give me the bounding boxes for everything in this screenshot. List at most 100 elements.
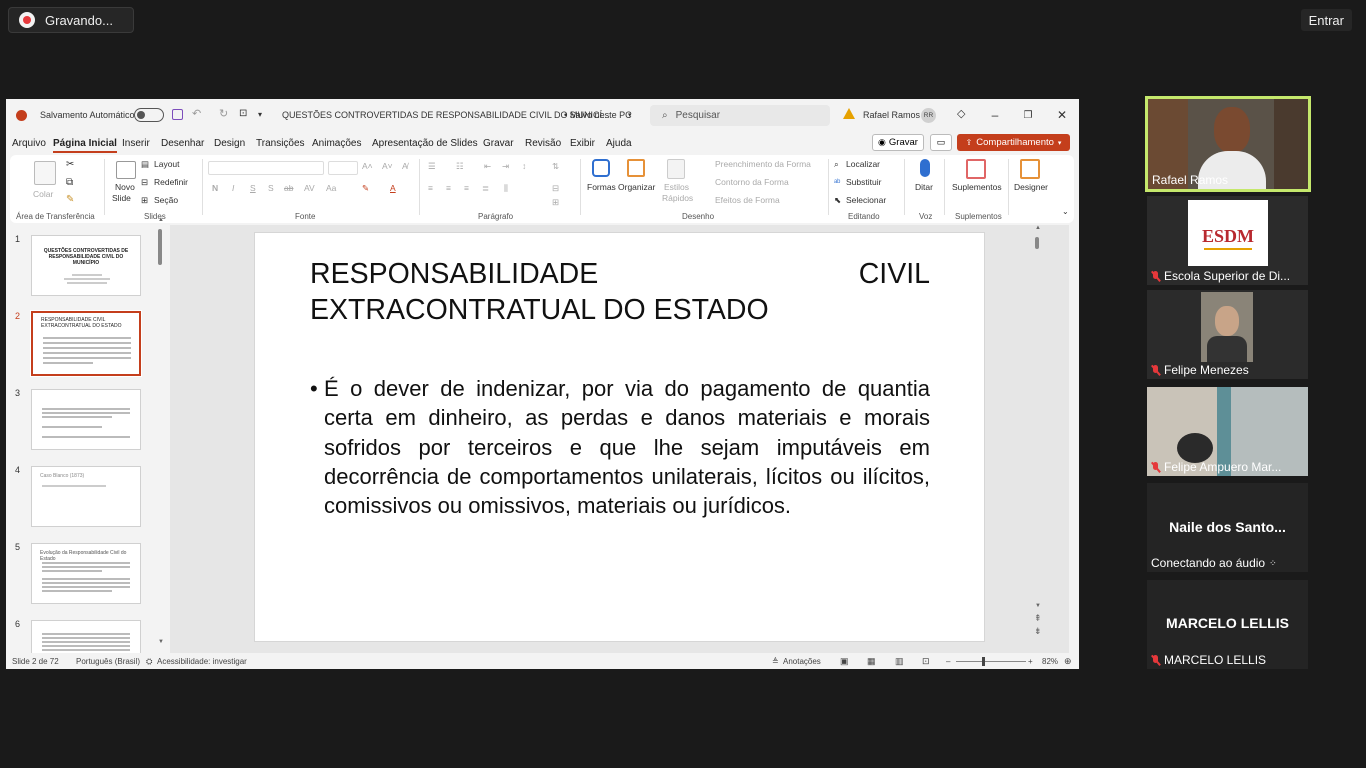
strikethrough-icon[interactable]: ab xyxy=(284,183,293,193)
slideshow-icon[interactable]: ⊡ xyxy=(922,656,930,667)
quick-styles-icon[interactable] xyxy=(667,159,685,179)
enter-button[interactable]: Entrar xyxy=(1300,9,1352,31)
microphone-icon[interactable] xyxy=(920,159,930,177)
font-size-select[interactable] xyxy=(328,161,358,175)
arrange-icon[interactable] xyxy=(627,159,645,177)
warning-icon[interactable] xyxy=(843,108,855,119)
decrease-indent-icon[interactable]: ⇤ xyxy=(484,161,491,172)
layout-button[interactable]: Layout xyxy=(154,159,180,169)
slide-2[interactable]: RESPONSABILIDADE CIVIL EXTRACONTRATUAL D… xyxy=(254,232,985,642)
spacing-icon[interactable]: AV xyxy=(304,183,315,193)
font-color-icon[interactable]: A xyxy=(390,183,396,193)
shapes-icon[interactable] xyxy=(592,159,610,177)
participant-tile[interactable]: Naile dos Santo... Conectando ao áudio ⁘ xyxy=(1147,483,1308,572)
tab-ajuda[interactable]: Ajuda xyxy=(606,138,632,149)
slide-thumbnail-4[interactable]: Caso Blanco (1873) xyxy=(31,466,141,527)
designer-button[interactable]: Designer xyxy=(1014,182,1048,192)
zoom-slider[interactable] xyxy=(956,661,1026,662)
recording-indicator[interactable]: Gravando... xyxy=(8,7,134,33)
undo-icon[interactable]: ↶ xyxy=(192,107,201,120)
previous-slide-icon[interactable]: ⇞ xyxy=(1034,613,1042,624)
record-button[interactable]: ◉ Gravar xyxy=(872,134,924,151)
participant-tile[interactable]: Felipe Ampuero Mar... xyxy=(1147,387,1308,476)
tab-gravar[interactable]: Gravar xyxy=(483,138,514,149)
zoom-out-icon[interactable]: – xyxy=(946,657,950,666)
addins-button[interactable]: Suplementos xyxy=(952,182,1002,192)
font-name-select[interactable] xyxy=(208,161,324,175)
slide-title[interactable]: RESPONSABILIDADE CIVIL EXTRACONTRATUAL D… xyxy=(310,256,930,328)
quick-styles-label-1[interactable]: Estilos xyxy=(664,182,689,192)
thumbnails-scrollbar[interactable] xyxy=(158,229,162,265)
notes-button[interactable]: Anotações xyxy=(783,657,821,666)
avatar[interactable]: RR xyxy=(921,108,936,123)
user-name[interactable]: Rafael Ramos xyxy=(863,110,920,120)
present-icon[interactable]: ⊡ xyxy=(239,108,247,119)
search-input[interactable]: ⌕ Pesquisar xyxy=(650,105,830,126)
editor-scrollbar[interactable] xyxy=(1035,237,1039,249)
fit-slide-icon[interactable]: ⊕ xyxy=(1064,656,1072,667)
normal-view-icon[interactable]: ▣ xyxy=(840,656,849,667)
share-button[interactable]: ⇪ Compartilhamento ▾ xyxy=(957,134,1070,151)
tab-inserir[interactable]: Inserir xyxy=(122,138,150,149)
close-icon[interactable]: ✕ xyxy=(1052,106,1072,124)
scroll-up-icon[interactable]: ▲ xyxy=(158,217,164,223)
reading-view-icon[interactable]: ▥ xyxy=(895,656,904,667)
slide-sorter-icon[interactable]: ▦ xyxy=(867,656,876,667)
align-text-icon[interactable]: ⊟ xyxy=(552,183,559,194)
minimize-icon[interactable]: – xyxy=(985,106,1005,124)
tab-arquivo[interactable]: Arquivo xyxy=(12,138,46,149)
participant-tile[interactable]: ESDM Escola Superior de Di... xyxy=(1147,196,1308,285)
increase-indent-icon[interactable]: ⇥ xyxy=(502,161,509,172)
cut-icon[interactable]: ✂ xyxy=(66,159,74,170)
save-status[interactable]: • Salvo neste PC xyxy=(564,110,632,120)
participant-tile-active[interactable]: Rafael Ramos xyxy=(1145,96,1311,192)
chevron-down-icon[interactable]: ▾ xyxy=(628,111,632,119)
justify-icon[interactable]: ≣ xyxy=(482,183,489,194)
tab-desenhar[interactable]: Desenhar xyxy=(161,138,204,149)
scroll-down-icon[interactable]: ▼ xyxy=(158,639,164,645)
ribbon-collapse-icon[interactable]: ⌄ xyxy=(1062,207,1069,216)
tab-transicoes[interactable]: Transições xyxy=(256,138,305,149)
zoom-level[interactable]: 82% xyxy=(1042,657,1058,666)
new-slide-label-1[interactable]: Novo xyxy=(115,182,135,192)
slide-thumbnail-5[interactable]: Evolução da Responsabilidade Civil do Es… xyxy=(31,543,141,604)
comments-button[interactable]: ▭ xyxy=(930,134,952,151)
paste-icon[interactable] xyxy=(34,161,56,185)
new-slide-label-2[interactable]: Slide xyxy=(112,193,131,203)
diamond-icon[interactable]: ◇ xyxy=(957,107,965,120)
decrease-font-icon[interactable]: A˅ xyxy=(382,161,393,171)
align-right-icon[interactable]: ≡ xyxy=(464,183,469,193)
increase-font-icon[interactable]: A˄ xyxy=(362,161,373,171)
redo-icon[interactable]: ↻ xyxy=(219,107,228,120)
restore-icon[interactable]: ❐ xyxy=(1018,106,1038,124)
section-button[interactable]: Seção xyxy=(154,195,178,205)
accessibility-status[interactable]: Acessibilidade: investigar xyxy=(157,657,247,666)
document-title[interactable]: QUESTÕES CONTROVERTIDAS DE RESPONSABILID… xyxy=(282,110,610,120)
participant-tile[interactable]: MARCELO LELLIS MARCELO LELLIS xyxy=(1147,580,1308,669)
save-icon[interactable] xyxy=(172,109,183,120)
next-slide-icon[interactable]: ⇟ xyxy=(1034,626,1042,637)
align-center-icon[interactable]: ≡ xyxy=(446,183,451,193)
underline-icon[interactable]: S xyxy=(250,183,256,193)
participant-tile[interactable]: Felipe Menezes xyxy=(1147,290,1308,379)
find-button[interactable]: Localizar xyxy=(846,159,880,169)
shadow-icon[interactable]: S xyxy=(268,183,274,193)
tab-exibir[interactable]: Exibir xyxy=(570,138,595,149)
align-left-icon[interactable]: ≡ xyxy=(428,183,433,193)
paste-button[interactable]: Colar xyxy=(33,189,53,199)
smartart-icon[interactable]: ⊞ xyxy=(552,197,559,208)
slide-thumbnail-2[interactable]: RESPONSABILIDADE CIVIL EXTRACONTRATUAL D… xyxy=(30,310,142,377)
tab-pagina-inicial[interactable]: Página Inicial xyxy=(53,138,117,153)
clear-format-icon[interactable]: A̸ xyxy=(402,161,408,171)
format-painter-icon[interactable]: ✎ xyxy=(66,194,74,205)
scroll-up-icon[interactable]: ▲ xyxy=(1035,225,1041,231)
numbering-icon[interactable]: ☷ xyxy=(456,161,464,172)
bullets-icon[interactable]: ☰ xyxy=(428,161,436,172)
arrange-button[interactable]: Organizar xyxy=(618,182,655,192)
addins-icon[interactable] xyxy=(966,159,986,179)
shape-fill-button[interactable]: Preenchimento da Forma xyxy=(715,159,811,169)
reset-button[interactable]: Redefinir xyxy=(154,177,188,187)
case-icon[interactable]: Aa xyxy=(326,183,336,193)
slide-thumbnail-3[interactable] xyxy=(31,389,141,450)
tab-design[interactable]: Design xyxy=(214,138,245,149)
